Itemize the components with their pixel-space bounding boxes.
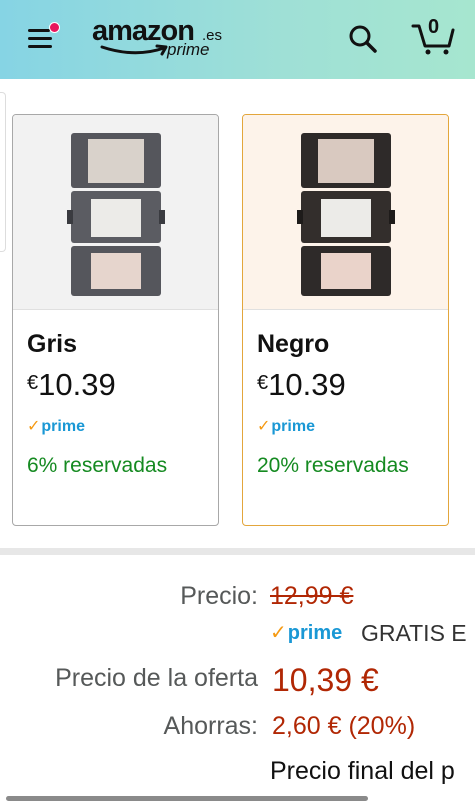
prime-shipping-badge[interactable]: ✓prime	[270, 620, 342, 645]
offer-price-value: 10,39 €	[272, 662, 379, 698]
section-divider	[0, 548, 475, 555]
search-icon	[349, 25, 377, 53]
menu-icon-bar	[28, 37, 52, 40]
prime-text: prime	[287, 622, 343, 644]
swatch-price: €10.39	[27, 367, 116, 403]
product-image	[13, 115, 218, 310]
final-price-text: Precio final del p	[270, 757, 455, 785]
cart-button[interactable]: 0	[410, 16, 456, 56]
menu-icon	[28, 29, 50, 32]
swatch-name: Gris	[27, 330, 78, 358]
currency-symbol: €	[257, 372, 269, 394]
offer-price-label: Precio de la oferta	[55, 664, 258, 692]
prime-check-icon: ✓	[27, 418, 41, 435]
savings-value: 2,60 € (20%)	[272, 712, 416, 740]
free-shipping-text: GRATIS E	[361, 620, 467, 646]
menu-button[interactable]	[26, 22, 60, 52]
prime-check-icon: ✓	[257, 418, 271, 435]
prime-check-icon: ✓	[270, 622, 287, 644]
search-button[interactable]	[348, 24, 378, 54]
price-amount: 10.39	[38, 367, 116, 402]
list-price-label: Precio:	[180, 582, 258, 610]
reserved-text: 6% reservadas	[27, 454, 168, 477]
list-price-value: 12,99 €	[270, 582, 354, 610]
storage-bag-image	[67, 133, 165, 296]
prime-badge: ✓prime	[257, 416, 315, 436]
currency-symbol: €	[27, 372, 39, 394]
prime-badge: ✓prime	[27, 416, 85, 436]
swatch-card-gris[interactable]: Gris €10.39 ✓prime 6% reservadas	[12, 114, 219, 526]
savings-label: Ahorras:	[163, 712, 258, 740]
product-image	[243, 115, 448, 310]
top-nav-bar: amazon .es prime 0	[0, 0, 475, 79]
horizontal-scrollbar[interactable]	[6, 796, 368, 801]
swatch-card-negro[interactable]: Negro €10.39 ✓prime 20% reservadas	[242, 114, 449, 526]
price-amount: 10.39	[268, 367, 346, 402]
logo-prime: prime	[167, 40, 210, 59]
menu-icon-bar	[28, 45, 52, 48]
swatch-price: €10.39	[257, 367, 346, 403]
cart-count: 0	[428, 16, 440, 38]
storage-bag-image	[297, 133, 395, 296]
notification-dot	[49, 22, 60, 33]
amazon-prime-logo[interactable]: amazon .es prime	[92, 14, 232, 64]
smile-arrow-icon	[100, 44, 168, 56]
swatch-name: Negro	[257, 330, 330, 358]
reserved-text: 20% reservadas	[257, 454, 409, 477]
previous-card-edge[interactable]	[0, 92, 6, 252]
prime-text: prime	[41, 418, 85, 435]
prime-text: prime	[271, 418, 315, 435]
